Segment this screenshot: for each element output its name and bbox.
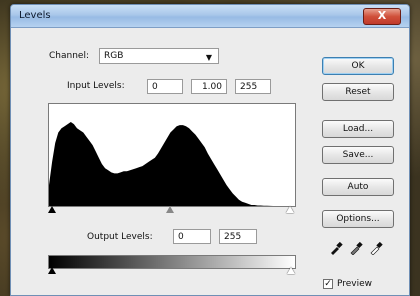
chevron-down-icon: ▼ (205, 53, 212, 62)
channel-select[interactable]: RGB ▼ (99, 48, 219, 64)
output-gradient-bar (48, 255, 296, 269)
save-button[interactable]: Save... (322, 146, 394, 164)
histogram-panel (48, 103, 296, 207)
channel-value: RGB (104, 51, 124, 61)
input-slider-track[interactable] (48, 206, 294, 214)
input-black-field[interactable]: 0 (147, 79, 183, 94)
output-black-slider[interactable] (48, 267, 56, 274)
gamma-slider[interactable] (166, 206, 174, 213)
preview-label: Preview (337, 279, 373, 289)
auto-button[interactable]: Auto (322, 178, 394, 196)
reset-button[interactable]: Reset (322, 83, 394, 101)
black-eyedropper-icon[interactable] (329, 241, 343, 255)
title-bar[interactable]: Levels X (11, 5, 409, 28)
gray-eyedropper-icon[interactable] (349, 241, 363, 255)
input-gamma-field[interactable]: 1.00 (191, 79, 227, 94)
load-button[interactable]: Load... (322, 120, 394, 138)
preview-checkbox[interactable]: ✓ (323, 279, 333, 289)
output-black-field[interactable]: 0 (173, 229, 211, 244)
histogram-chart (49, 122, 295, 206)
histogram-area (49, 122, 295, 206)
channel-label: Channel: (49, 51, 89, 61)
output-white-field[interactable]: 255 (219, 229, 257, 244)
close-button[interactable]: X (363, 8, 401, 25)
dialog-title: Levels (19, 10, 51, 21)
output-white-slider[interactable] (287, 267, 295, 274)
white-point-slider[interactable] (286, 206, 294, 213)
ok-button[interactable]: OK (322, 57, 394, 75)
input-levels-label: Input Levels: (67, 81, 125, 91)
white-eyedropper-icon[interactable] (369, 241, 383, 255)
options-button[interactable]: Options... (322, 210, 394, 228)
input-white-field[interactable]: 255 (235, 79, 271, 94)
black-point-slider[interactable] (48, 206, 56, 213)
output-levels-label: Output Levels: (87, 232, 153, 242)
levels-dialog: Levels X Channel: RGB ▼ Input Levels: 0 … (10, 4, 410, 296)
